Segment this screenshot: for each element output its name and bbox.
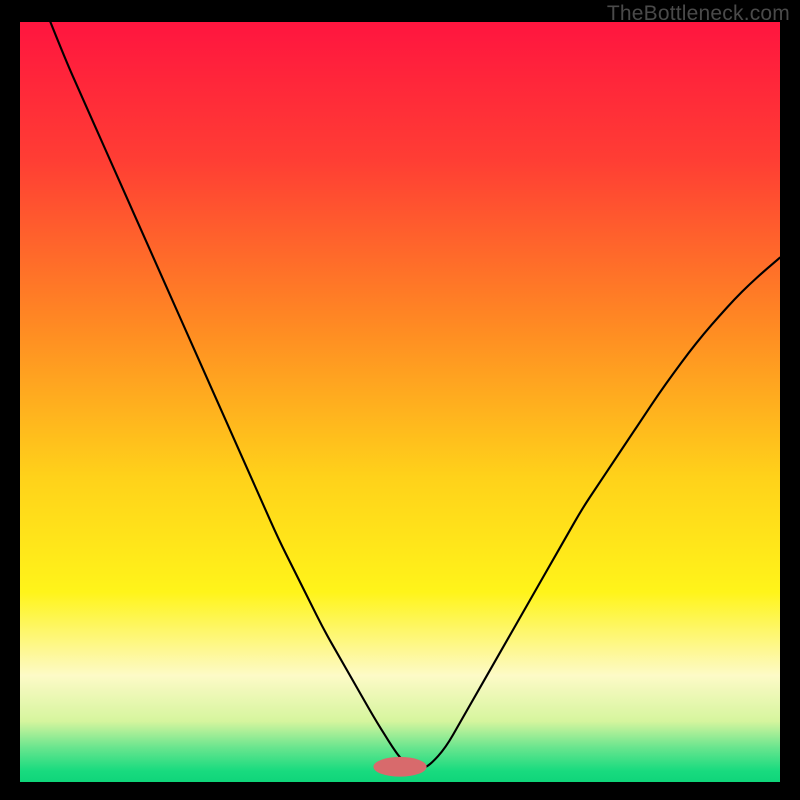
chart-frame: TheBottleneck.com xyxy=(0,0,800,800)
chart-plot xyxy=(20,22,780,782)
gradient-background xyxy=(20,22,780,782)
optimum-marker xyxy=(373,757,426,777)
chart-svg xyxy=(20,22,780,782)
watermark-text: TheBottleneck.com xyxy=(607,2,790,26)
